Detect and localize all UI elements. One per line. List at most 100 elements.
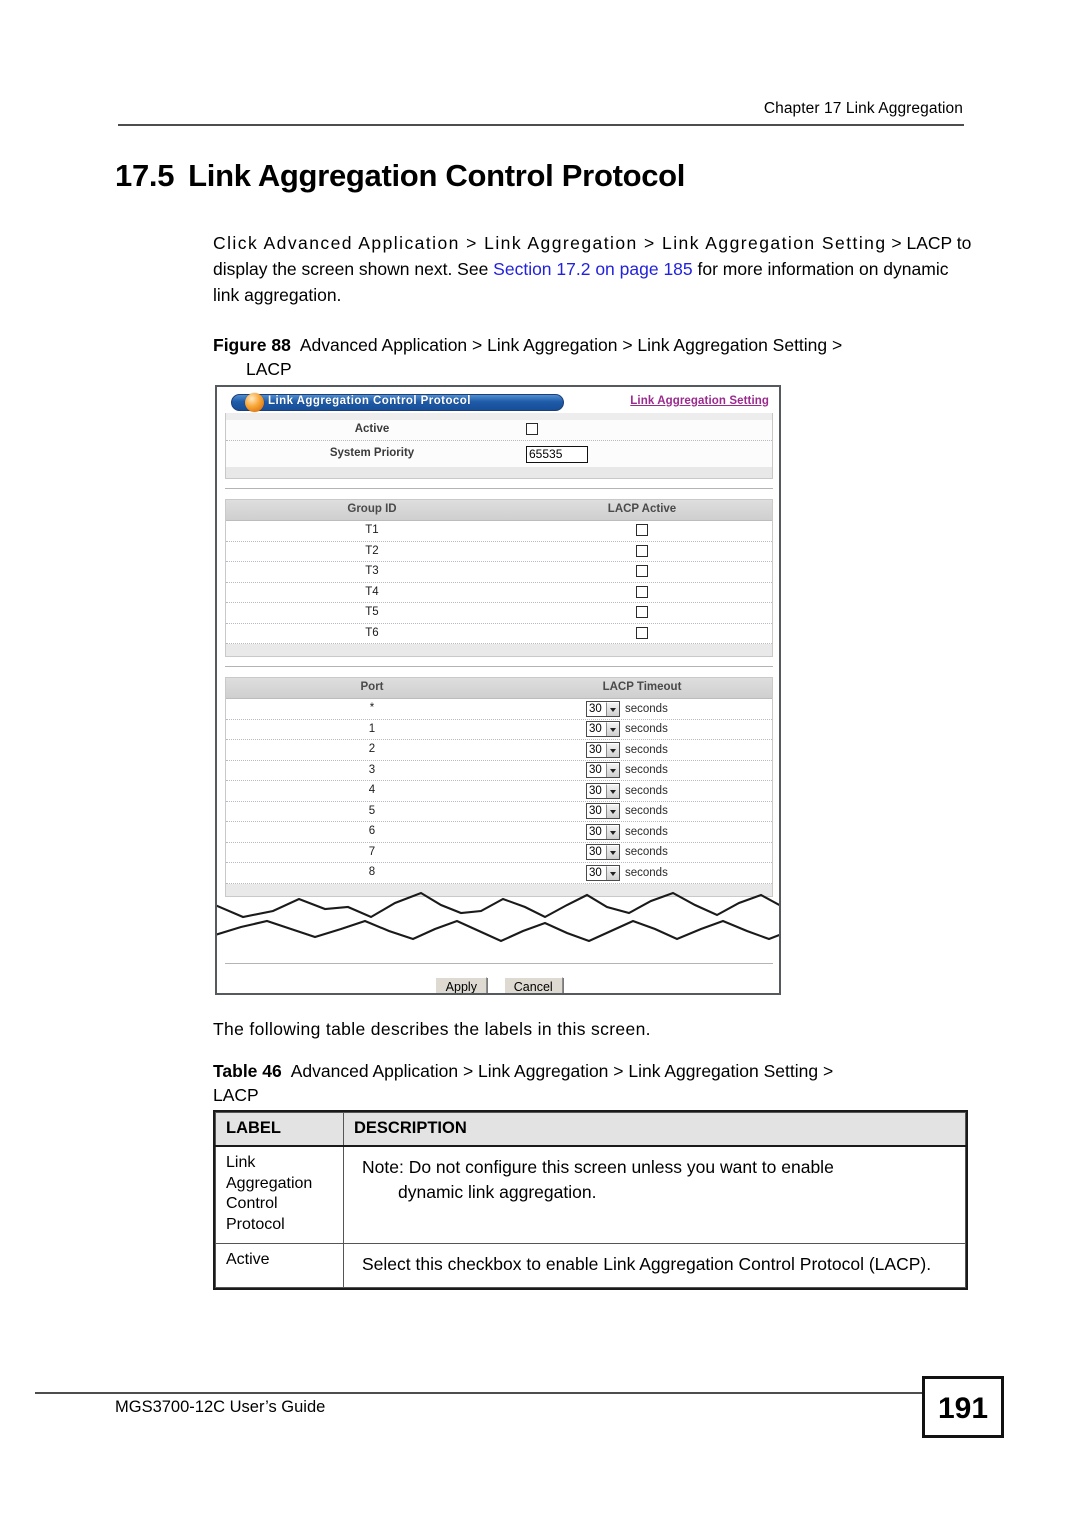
- table-row: T3: [226, 562, 772, 583]
- seconds-unit-label: seconds: [625, 846, 668, 859]
- lacp-active-checkbox[interactable]: [636, 626, 648, 639]
- lacp-timeout-cell: 30 seconds: [586, 844, 668, 862]
- general-settings-panel: Active System Priority: [225, 413, 773, 479]
- lacp-timeout-value: 30: [589, 702, 602, 715]
- lacp-timeout-cell: 30 seconds: [586, 700, 668, 718]
- figure-caption: Figure 88 Advanced Application > Link Agg…: [213, 333, 973, 381]
- table-row: 8 30 seconds: [226, 863, 772, 884]
- group-id-table-footer: [226, 644, 772, 656]
- system-priority-input[interactable]: [526, 445, 588, 463]
- page-number: 191: [937, 1392, 989, 1425]
- screen-title: Link Aggregation Control Protocol: [268, 395, 471, 407]
- port-cell: 2: [368, 743, 376, 755]
- running-header: Chapter 17 Link Aggregation: [763, 100, 963, 117]
- port-cell: 4: [368, 784, 376, 796]
- table-row: * 30 seconds: [226, 699, 772, 720]
- lacp-timeout-select[interactable]: 30: [586, 700, 620, 717]
- orange-ball-icon: [245, 393, 264, 412]
- table-row: 3 30 seconds: [226, 760, 772, 781]
- active-checkbox[interactable]: [526, 423, 538, 435]
- apply-button[interactable]: Apply: [435, 977, 488, 993]
- seconds-unit-label: seconds: [625, 723, 668, 736]
- lacp-timeout-select[interactable]: 30: [586, 803, 620, 820]
- chevron-down-icon[interactable]: [606, 824, 619, 839]
- table-row: T2: [226, 541, 772, 562]
- intro-paragraph: Click Advanced Application > Link Aggreg…: [213, 230, 973, 308]
- active-field: [526, 422, 538, 440]
- lacp-timeout-cell: 30 seconds: [586, 823, 668, 841]
- desc-cell-text: Note: Do not configure this screen unles…: [362, 1157, 834, 1177]
- group-id-cell: T3: [365, 565, 379, 577]
- table-label: Table 46: [213, 1061, 282, 1081]
- lacp-active-cell: [518, 523, 766, 541]
- lacp-active-checkbox[interactable]: [636, 544, 648, 557]
- figure-label: Figure 88: [213, 335, 291, 355]
- port-cell: 5: [368, 804, 376, 817]
- lacp-active-cell: [518, 544, 766, 562]
- chevron-down-icon[interactable]: [606, 763, 619, 778]
- lacp-timeout-select[interactable]: 30: [586, 782, 620, 799]
- port-table-header: Port LACP Timeout: [226, 678, 772, 699]
- lacp-timeout-select[interactable]: 30: [586, 844, 620, 861]
- lacp-timeout-select[interactable]: 30: [586, 864, 620, 881]
- seconds-unit-label: seconds: [625, 805, 668, 818]
- port-cell: 3: [368, 763, 376, 776]
- lacp-active-checkbox[interactable]: [636, 606, 648, 618]
- lacp-timeout-value: 30: [589, 866, 602, 879]
- chevron-down-icon[interactable]: [606, 722, 619, 737]
- lacp-timeout-select[interactable]: 30: [586, 721, 620, 738]
- chevron-down-icon[interactable]: [606, 845, 619, 860]
- lacp-timeout-select[interactable]: 30: [586, 823, 620, 840]
- seconds-unit-label: seconds: [625, 702, 668, 715]
- chevron-down-icon[interactable]: [606, 804, 619, 819]
- lacp-active-cell: [518, 605, 766, 623]
- cancel-button[interactable]: Cancel: [503, 977, 563, 993]
- port-timeout-table: Port LACP Timeout * 30 seconds 1 30 seconds 2 3…: [225, 677, 773, 897]
- desc-label-cell: Link Aggregation Control Protocol: [215, 1145, 344, 1244]
- group-id-cell: T1: [365, 524, 379, 536]
- group-id-column-header: Group ID: [347, 503, 397, 515]
- port-cell: 7: [368, 845, 376, 858]
- desc-cell-text: Select this checkbox to enable Link Aggr…: [362, 1254, 932, 1274]
- seconds-unit-label: seconds: [625, 764, 668, 777]
- lacp-timeout-value: 30: [589, 723, 602, 736]
- lacp-timeout-value: 30: [589, 805, 602, 818]
- lacp-timeout-cell: 30 seconds: [586, 803, 668, 821]
- link-aggregation-setting-link[interactable]: Link Aggregation Setting: [630, 395, 769, 407]
- table-row: 2 30 seconds: [226, 740, 772, 761]
- desc-label-cell: Active: [215, 1243, 344, 1288]
- chevron-down-icon[interactable]: [606, 742, 619, 757]
- lacp-active-cell: [518, 626, 766, 644]
- lacp-timeout-value: 30: [589, 764, 602, 777]
- table-row: Link Aggregation Control Protocol Note: D…: [215, 1145, 966, 1244]
- port-column-header: Port: [360, 681, 384, 693]
- lacp-timeout-value: 30: [589, 784, 602, 797]
- lacp-timeout-select[interactable]: 30: [586, 762, 620, 779]
- group-id-table: Group ID LACP Active T1 T2 T3 T4 T5 T6: [225, 499, 773, 657]
- lacp-timeout-value: 30: [589, 743, 602, 756]
- header-rule: [118, 124, 964, 126]
- lacp-timeout-cell: 30 seconds: [586, 762, 668, 780]
- seconds-unit-label: seconds: [625, 784, 668, 797]
- section-cross-reference-link[interactable]: Section 17.2 on page 185: [493, 259, 692, 279]
- table-row: T4: [226, 582, 772, 603]
- chevron-down-icon[interactable]: [606, 865, 619, 880]
- after-figure-paragraph: The following table describes the labels…: [213, 1019, 651, 1039]
- lacp-timeout-column-header: LACP Timeout: [602, 681, 682, 693]
- label-description-table: LABEL DESCRIPTION Link Aggregation Contr…: [213, 1110, 968, 1290]
- chevron-down-icon[interactable]: [606, 783, 619, 798]
- system-priority-row: System Priority: [226, 441, 772, 467]
- action-button-bar: Apply Cancel: [225, 963, 773, 993]
- section-title: Link Aggregation Control Protocol: [188, 158, 686, 193]
- intro-line-1: Click Advanced Application > Link Aggreg…: [213, 233, 887, 253]
- lacp-timeout-select[interactable]: 30: [586, 741, 620, 758]
- lacp-active-checkbox[interactable]: [636, 585, 648, 598]
- lacp-active-cell: [518, 585, 766, 603]
- lacp-timeout-cell: 30 seconds: [586, 741, 668, 759]
- lacp-active-checkbox[interactable]: [636, 524, 648, 536]
- system-priority-label: System Priority: [329, 447, 415, 459]
- section-number: 17.5: [115, 158, 175, 193]
- chevron-down-icon[interactable]: [606, 701, 619, 716]
- lacp-active-checkbox[interactable]: [636, 565, 648, 577]
- port-cell: 8: [368, 866, 376, 878]
